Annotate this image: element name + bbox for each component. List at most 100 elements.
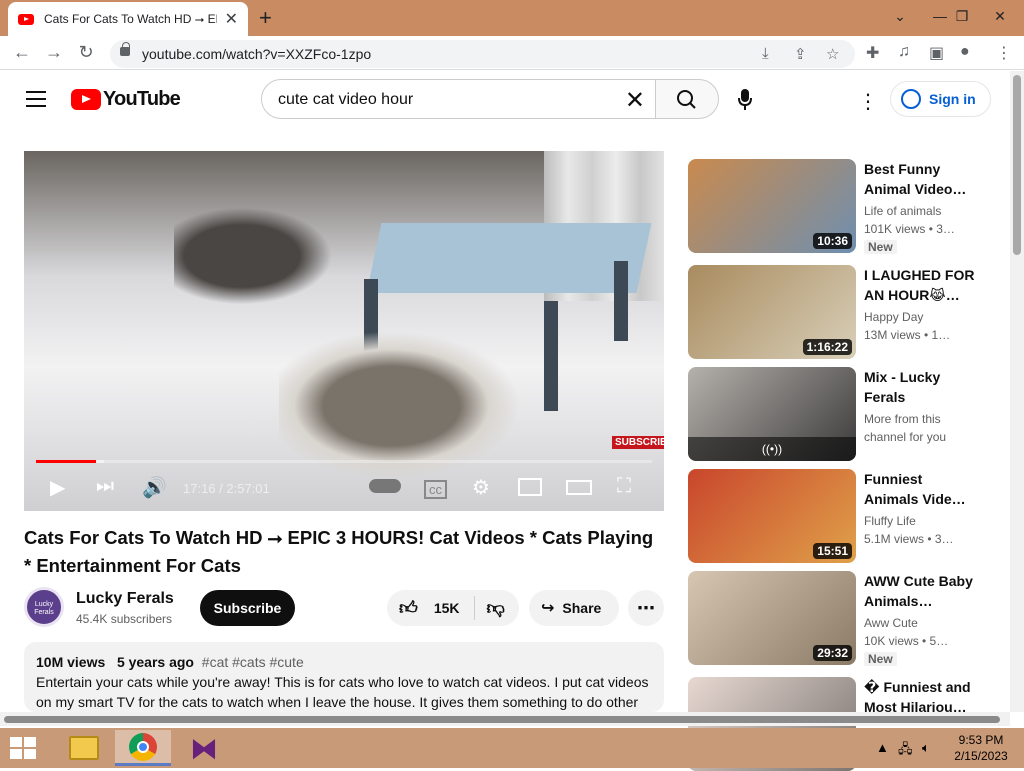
show-hidden-icons-icon[interactable]: ▲ [876, 740, 889, 755]
recommendation-thumbnail[interactable]: 10:36 [688, 159, 856, 253]
media-control-icon[interactable]: ♫ [898, 43, 910, 61]
youtube-masthead: YouTube cute cat video hour ✕ ⋮ Sign in [0, 71, 1010, 127]
file-explorer-icon[interactable] [56, 730, 112, 766]
clock-time: 9:53 PM [958, 733, 1004, 747]
recommendation-thumbnail[interactable]: 1:16:22 [688, 265, 856, 359]
recommendation-title[interactable]: AWW Cute Baby Animals… [864, 571, 976, 611]
subscribe-watermark[interactable]: SUBSCRIBE [612, 436, 664, 449]
youtube-favicon-icon [18, 13, 34, 25]
recommendation-card[interactable]: � Funniest and Most Hilariou… [688, 677, 988, 771]
clear-search-icon[interactable]: ✕ [625, 86, 645, 115]
recommendation-thumbnail[interactable]: 15:51 [688, 469, 856, 563]
recommendation-card[interactable]: ((•)) Mix - Lucky Ferals More from this cha… [688, 367, 988, 461]
recommendation-views: 101K views • 3… [864, 222, 955, 236]
search-input[interactable]: cute cat video hour ✕ [261, 79, 656, 119]
hashtags[interactable]: #cat #cats #cute [202, 654, 304, 670]
search-button[interactable] [655, 79, 719, 119]
close-window-button[interactable]: ✕ [980, 4, 1020, 28]
recommendation-channel[interactable]: More from this [864, 412, 976, 426]
windows-taskbar: ⧓ ▲ 🖧︎ 🔈︎ 9:53 PM 2/15/2023 [0, 728, 1024, 768]
forward-icon[interactable]: → [42, 42, 66, 63]
share-icon: ↪ [541, 600, 555, 617]
fullscreen-icon[interactable]: ⛶ [617, 475, 631, 498]
youtube-logo[interactable]: YouTube [71, 88, 181, 111]
recommendation-thumbnail[interactable]: ((•)) [688, 367, 856, 461]
video-frame-table [366, 223, 652, 293]
vertical-scroll-thumb[interactable] [1013, 75, 1021, 255]
like-count[interactable]: 15K [434, 600, 460, 616]
view-count: 10M views [36, 654, 106, 670]
settings-more-icon[interactable]: ⋮ [858, 89, 878, 114]
like-divider [473, 596, 475, 620]
new-badge: New [864, 652, 897, 666]
video-duration: 29:32 [813, 645, 852, 661]
horizontal-scroll-thumb[interactable] [4, 716, 1000, 723]
autoplay-toggle[interactable] [369, 479, 401, 493]
video-duration: 1:16:22 [802, 339, 852, 355]
visual-studio-icon[interactable]: ⧓ [176, 730, 232, 766]
next-video-icon[interactable]: ⏭ [96, 475, 114, 498]
recommendation-channel[interactable]: Happy Day [864, 310, 976, 324]
theater-mode-icon[interactable] [566, 480, 592, 495]
play-icon[interactable]: ▶ [50, 475, 65, 500]
recommendation-title[interactable]: � Funniest and Most Hilariou… [864, 677, 976, 717]
recommendation-card[interactable]: 15:51 Funniest Animals Vide… Fluffy Life 5.… [688, 469, 988, 563]
channel-avatar[interactable]: Lucky Ferals [24, 587, 64, 627]
recommendation-card[interactable]: 1:16:22 I LAUGHED FOR AN HOUR😹… Happy Day 1… [688, 265, 988, 359]
profile-icon[interactable]: ● [960, 43, 970, 61]
network-icon[interactable]: 🖧︎ [898, 740, 913, 762]
search-query[interactable]: cute cat video hour [278, 91, 413, 109]
settings-gear-icon[interactable]: ⚙ [472, 475, 490, 500]
recommendation-channel[interactable]: Fluffy Life [864, 514, 976, 528]
lock-icon[interactable] [120, 42, 130, 56]
sign-in-button[interactable]: Sign in [890, 81, 991, 117]
miniplayer-icon[interactable] [518, 478, 542, 496]
channel-name[interactable]: Lucky Ferals [76, 590, 174, 608]
recommendation-card[interactable]: 29:32 AWW Cute Baby Animals… Aww Cute 10K v… [688, 571, 988, 666]
horizontal-scrollbar[interactable] [0, 712, 1010, 726]
video-duration: 10:36 [813, 233, 852, 249]
recommendation-title[interactable]: I LAUGHED FOR AN HOUR😹… [864, 265, 976, 305]
bookmark-star-icon[interactable]: ☆ [826, 45, 839, 63]
voice-search-mic-icon[interactable] [738, 89, 752, 111]
vertical-scrollbar[interactable] [1010, 71, 1024, 712]
tab-search-icon[interactable]: ⌄ [880, 4, 920, 28]
chrome-taskbar-icon[interactable] [115, 730, 171, 766]
recommendation-title[interactable]: Mix - Lucky Ferals [864, 367, 976, 407]
video-title: Cats For Cats To Watch HD ⭢ EPIC 3 HOURS… [24, 527, 654, 576]
back-icon[interactable]: ← [10, 42, 34, 63]
captions-icon[interactable]: cc [424, 480, 447, 499]
description-box[interactable]: 10M views 5 years ago #cat #cats #cute E… [24, 642, 664, 712]
recommendation-title[interactable]: Best Funny Animal Video… [864, 159, 976, 199]
video-player[interactable]: SUBSCRIBE ▶ ⏭ 🔊 17:16 / 2:57:01 cc ⚙ ⛶ [24, 151, 664, 511]
recommendation-channel[interactable]: Life of animals [864, 204, 976, 218]
volume-icon[interactable]: 🔊 [142, 475, 167, 500]
url-text[interactable]: youtube.com/watch?v=XXZFco-1zpo [142, 46, 371, 62]
system-clock[interactable]: 9:53 PM 2/15/2023 [948, 732, 1014, 764]
tab-close-icon[interactable]: ✕ [225, 9, 238, 29]
thumbs-down-icon[interactable]: 👎︎ [487, 597, 505, 619]
subscribe-button[interactable]: Subscribe [200, 590, 295, 626]
more-actions-icon[interactable]: ⋯ [628, 590, 664, 626]
progress-bar[interactable] [36, 460, 652, 463]
install-icon[interactable]: ⤓ [762, 45, 769, 62]
recommendation-title[interactable]: Funniest Animals Vide… [864, 469, 976, 509]
windows-start-icon[interactable] [10, 737, 36, 759]
share-page-icon[interactable]: ⇪ [794, 45, 807, 63]
extensions-icon[interactable]: ✚ [866, 43, 879, 63]
browser-tab[interactable]: Cats For Cats To Watch HD ⭢ EPIC 3 HOURS… [8, 2, 248, 36]
recommendation-card[interactable]: 10:36 Best Funny Animal Video… Life of ani… [688, 159, 988, 254]
upload-age: 5 years ago [116, 654, 194, 670]
recommendation-channel[interactable]: Aww Cute [864, 616, 976, 630]
thumbs-up-icon[interactable]: 👍︎ [399, 597, 418, 619]
menu-icon[interactable] [26, 91, 46, 107]
recommendation-thumbnail[interactable]: 29:32 [688, 571, 856, 665]
reload-icon[interactable]: ↻ [74, 42, 98, 63]
address-bar[interactable]: youtube.com/watch?v=XXZFco-1zpo ⤓ ⇪ ☆ [110, 40, 855, 68]
speaker-icon[interactable]: 🔈︎ [922, 740, 930, 756]
chrome-menu-icon[interactable]: ⋮ [996, 43, 1012, 63]
side-panel-icon[interactable]: ▣ [929, 43, 944, 63]
share-button[interactable]: ↪ Share [529, 590, 619, 626]
restore-button[interactable]: ❐ [942, 4, 982, 28]
new-tab-button[interactable]: + [259, 5, 272, 31]
